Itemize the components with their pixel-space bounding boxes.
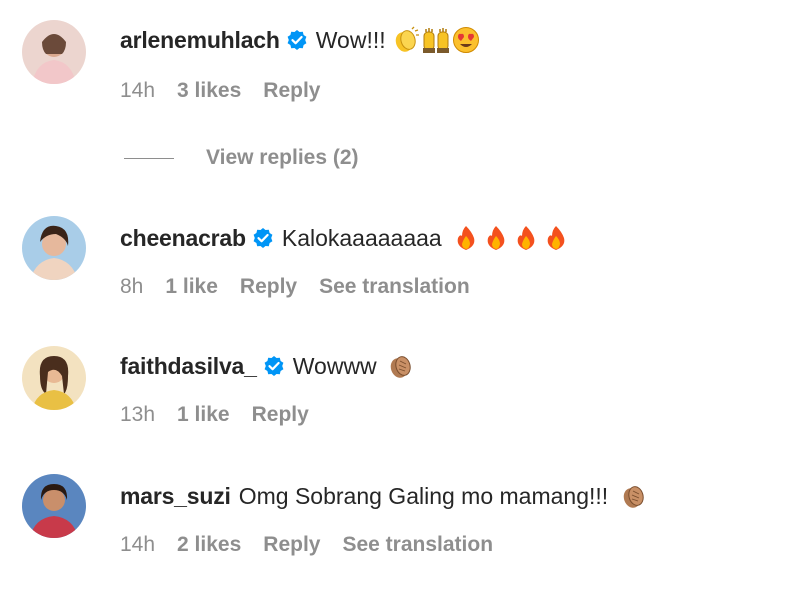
timestamp: 14h [120,79,156,102]
verified-badge-icon [252,227,274,249]
username[interactable]: faithdasilva_ [120,353,257,380]
comment-line: faithdasilva_ Wowww [120,352,415,380]
timestamp: 8h [120,275,144,298]
clapping-hands-emoji [392,26,420,54]
likes-count[interactable]: 3 likes [177,79,241,103]
comment-line: mars_suzi Omg Sobrang Galing mo mamang!!… [120,482,648,510]
reply-button[interactable]: Reply [252,403,309,427]
timestamp: 13h [120,403,156,426]
comment-meta: 13h 1 like Reply [120,403,331,427]
view-replies-button[interactable]: View replies (2) [124,146,359,170]
avatar[interactable] [22,216,86,280]
comment-meta: 14h 2 likes Reply See translation [120,533,493,557]
avatar[interactable] [22,20,86,84]
avatar[interactable] [22,474,86,538]
view-replies-label: View replies (2) [206,146,359,169]
verified-badge-icon [286,29,308,51]
emoji-group [392,26,480,54]
likes-count[interactable]: 2 likes [177,533,241,557]
comment-line: cheenacrab Kalokaaaaaaaa [120,224,570,252]
emoji-group [387,352,415,380]
timestamp: 14h [120,533,156,556]
reply-button[interactable]: Reply [263,79,320,103]
fire-emoji [512,224,540,252]
see-translation-button[interactable]: See translation [319,275,470,299]
emoji-group [452,224,570,252]
reply-button[interactable]: Reply [240,275,297,299]
likes-count[interactable]: 1 like [177,403,230,427]
username[interactable]: mars_suzi [120,483,231,510]
avatar[interactable] [22,346,86,410]
fire-emoji [452,224,480,252]
reply-button[interactable]: Reply [263,533,320,557]
comment-text: Omg Sobrang Galing mo mamang!!! [238,482,609,509]
comment-text: Kalokaaaaaaaa [281,224,442,251]
comment-text: Wow!!! [315,26,386,53]
comment-meta: 8h 1 like Reply See translation [120,275,470,299]
likes-count[interactable]: 1 like [165,275,218,299]
username[interactable]: cheenacrab [120,225,246,252]
see-translation-button[interactable]: See translation [342,533,493,557]
heart-eyes-emoji [452,26,480,54]
comment-text: Wowww [292,352,377,379]
raising-hands-emoji [422,26,450,54]
clapping-hands-medium-skin-emoji [387,352,415,380]
fire-emoji [482,224,510,252]
comment-meta: 14h 3 likes Reply [120,79,342,103]
comment-line: arlenemuhlach Wow!!! [120,26,480,54]
clapping-hands-medium-skin-emoji [620,482,648,510]
divider-line [124,157,174,159]
fire-emoji [542,224,570,252]
verified-badge-icon [263,355,285,377]
emoji-group [620,482,648,510]
username[interactable]: arlenemuhlach [120,27,280,54]
